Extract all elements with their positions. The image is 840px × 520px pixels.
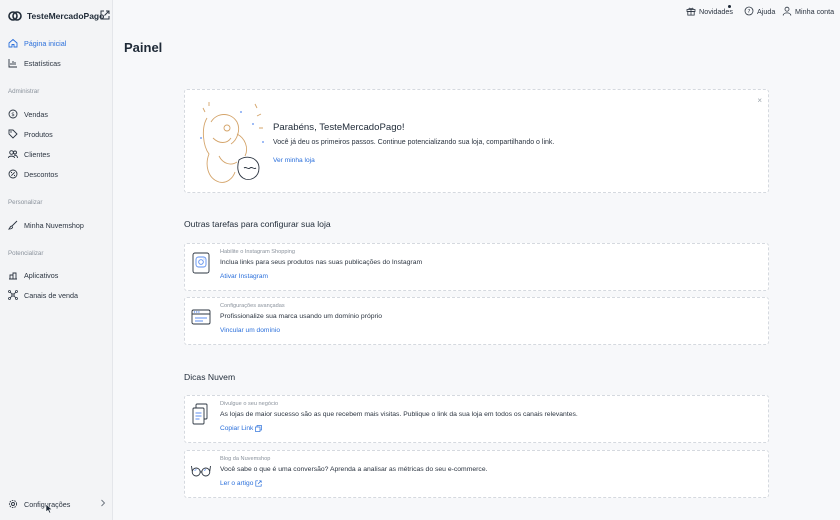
news-notification-dot: [728, 5, 731, 8]
brush-icon: [8, 220, 18, 230]
task-kicker: Configurações avançadas: [220, 303, 285, 309]
help-button[interactable]: ? Ajuda: [744, 6, 775, 16]
gift-icon: [686, 7, 696, 16]
link-domain-link[interactable]: Vincular um domínio: [220, 327, 280, 334]
sidebar-item-discounts[interactable]: Descontos: [8, 168, 58, 180]
tip-card-blog: Blog da Nuvemshop Você sabe o que é uma …: [184, 450, 769, 498]
activate-instagram-link[interactable]: Ativar Instagram: [220, 273, 268, 280]
chart-icon: [8, 59, 17, 68]
gear-icon: [8, 499, 18, 509]
task-kicker: Habilite o Instagram Shopping: [220, 249, 295, 255]
mouse-cursor-icon: [45, 503, 53, 514]
section-label-administrar: Administrar: [8, 88, 40, 95]
percent-icon: [8, 169, 18, 179]
chevron-right-icon[interactable]: [100, 499, 106, 507]
store-name: TesteMercadoPago: [27, 11, 105, 21]
sidebar: TesteMercadoPago Página inicial Estatíst…: [0, 0, 113, 520]
welcome-title: Parabéns, TesteMercadoPago!: [273, 122, 405, 133]
external-link-icon[interactable]: [100, 10, 110, 20]
tag-icon: [8, 129, 18, 139]
tips-section-title: Dicas Nuvem: [184, 372, 236, 382]
apps-icon: [9, 272, 17, 280]
user-icon: [782, 6, 792, 16]
view-store-link[interactable]: Ver minha loja: [273, 157, 315, 164]
sidebar-item-statistics[interactable]: Estatísticas: [8, 57, 61, 69]
task-card-instagram: Habilite o Instagram Shopping Inclua lin…: [184, 243, 769, 291]
instagram-icon: [192, 252, 210, 274]
task-text: Profissionalize sua marca usando um domí…: [220, 313, 383, 320]
task-text: Inclua links para seus produtos nas suas…: [220, 259, 423, 266]
nuvemshop-logo-icon: [8, 11, 22, 21]
channels-icon: [8, 290, 18, 300]
news-button[interactable]: Novidades: [686, 6, 733, 16]
celebration-illustration: [200, 102, 264, 183]
documents-icon: [192, 403, 208, 425]
tasks-section-title: Outras tarefas para configurar sua loja: [184, 219, 331, 229]
browser-window-icon: [191, 309, 211, 325]
sidebar-item-home[interactable]: Página inicial: [8, 37, 66, 49]
glasses-icon: [191, 465, 211, 477]
welcome-text: Você já deu os primeiros passos. Continu…: [273, 139, 555, 146]
help-label: Ajuda: [757, 6, 776, 16]
tip-text: Você sabe o que é uma conversão? Aprenda…: [220, 466, 488, 473]
account-label: Minha conta: [795, 6, 835, 16]
sidebar-item-products[interactable]: Produtos: [8, 128, 53, 140]
tip-kicker: Blog da Nuvemshop: [220, 456, 271, 462]
page-title: Painel: [124, 40, 163, 55]
tip-text: As lojas de maior sucesso são as que rec…: [220, 411, 578, 418]
home-icon: [8, 38, 18, 48]
close-icon[interactable]: ×: [757, 96, 762, 105]
sidebar-item-sales-channels[interactable]: Canais de venda: [8, 289, 78, 301]
external-link-icon: [255, 480, 262, 487]
welcome-card: × Parabéns, TesteMercadoPago! Você já de…: [184, 89, 769, 193]
task-card-domain: Configurações avançadas Profissionalize …: [184, 297, 769, 345]
sidebar-item-customers[interactable]: Clientes: [8, 148, 50, 160]
sidebar-item-my-nuvemshop[interactable]: Minha Nuvemshop: [8, 219, 84, 231]
svg-text:?: ?: [748, 9, 751, 15]
copy-icon: [255, 425, 263, 432]
copy-link-button[interactable]: Copiar Link: [220, 425, 263, 432]
section-label-potencializar: Potencializar: [8, 250, 44, 257]
dollar-icon: $: [8, 109, 18, 119]
sidebar-item-sales[interactable]: $ Vendas: [8, 108, 48, 120]
svg-text:$: $: [11, 112, 15, 118]
sidebar-item-settings[interactable]: Configurações: [8, 498, 70, 510]
sidebar-item-apps[interactable]: Aplicativos: [8, 269, 58, 281]
store-brand[interactable]: TesteMercadoPago: [8, 9, 104, 23]
section-label-personalizar: Personalizar: [8, 199, 43, 206]
tip-kicker: Divulgue o seu negócio: [220, 401, 279, 407]
read-article-link[interactable]: Ler o artigo: [220, 480, 262, 487]
users-icon: [8, 150, 18, 159]
help-icon: ?: [744, 6, 754, 16]
account-button[interactable]: Minha conta: [782, 6, 834, 16]
tip-card-share-link: Divulgue o seu negócio As lojas de maior…: [184, 395, 769, 443]
